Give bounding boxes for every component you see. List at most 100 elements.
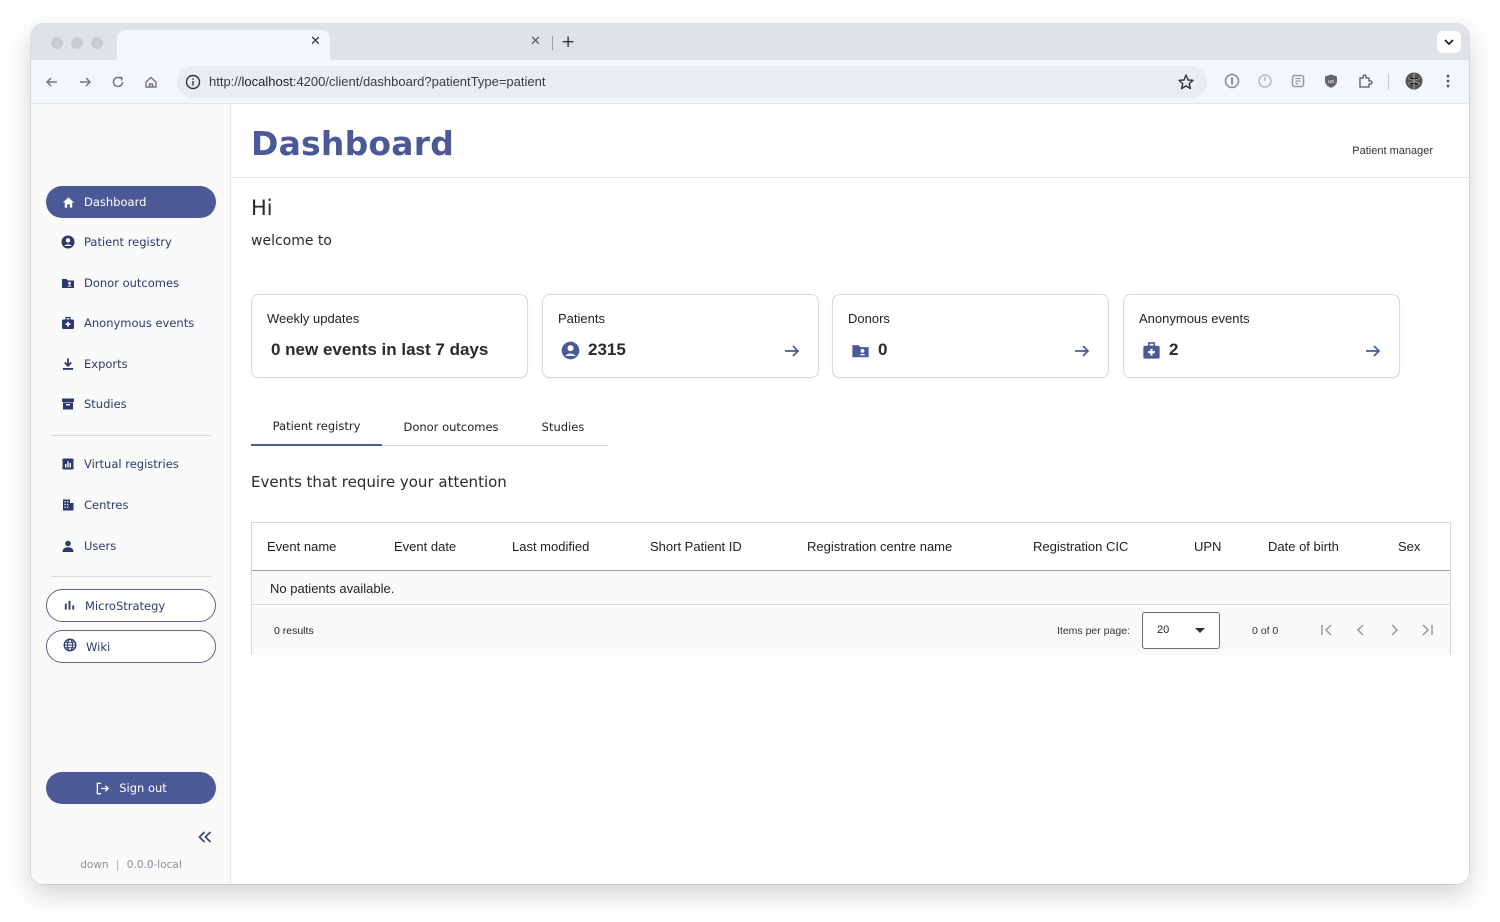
sidebar-item-donor-outcomes[interactable]: Donor outcomes	[46, 267, 216, 299]
close-window-button[interactable]	[51, 37, 63, 49]
column-header[interactable]: Sex	[1398, 539, 1420, 554]
weekly-updates-card: Weekly updates 0 new events in last 7 da…	[251, 294, 528, 378]
user-icon	[61, 539, 75, 553]
arrow-left-icon	[45, 77, 57, 87]
chart-box-icon	[61, 457, 75, 471]
tab-donor-outcomes[interactable]: Donor outcomes	[392, 408, 510, 446]
sidebar-item-users[interactable]: Users	[46, 530, 216, 562]
microstrategy-link-button[interactable]: MicroStrategy	[46, 589, 216, 622]
sidebar-item-studies[interactable]: Studies	[46, 388, 216, 420]
sign-out-button[interactable]: Sign out	[46, 772, 216, 804]
minimize-window-button[interactable]	[71, 37, 83, 49]
card-title: Donors	[848, 311, 890, 326]
arrow-right-icon[interactable]	[1364, 342, 1382, 360]
column-header[interactable]: Registration centre name	[807, 539, 952, 554]
sidebar: Dashboard Patient registry Donor outcome…	[31, 104, 231, 884]
version-separator: |	[115, 859, 120, 871]
maximize-window-button[interactable]	[91, 37, 103, 49]
tab-studies[interactable]: Studies	[523, 408, 603, 446]
events-table: Event name Event date Last modified Shor…	[251, 522, 1451, 655]
arrow-right-icon	[80, 77, 92, 87]
card-value: 0	[851, 340, 887, 360]
results-count: 0 results	[274, 625, 314, 637]
column-header[interactable]: Last modified	[512, 539, 589, 554]
chevron-down-icon	[1444, 39, 1454, 46]
sidebar-item-label: Studies	[84, 397, 127, 411]
card-title: Patients	[558, 311, 605, 326]
wiki-link-button[interactable]: Wiki	[46, 630, 216, 663]
shield-extension-icon[interactable]: uo	[1322, 72, 1340, 90]
patients-count: 2315	[588, 340, 626, 359]
forward-button[interactable]	[76, 73, 94, 91]
sidebar-item-centres[interactable]: Centres	[46, 489, 216, 521]
next-page-icon[interactable]	[1385, 621, 1403, 639]
sidebar-item-dashboard[interactable]: Dashboard	[46, 186, 216, 218]
first-page-icon[interactable]	[1318, 621, 1336, 639]
info-icon[interactable]	[185, 74, 201, 90]
microstrategy-label: MicroStrategy	[85, 598, 166, 613]
sidebar-item-exports[interactable]: Exports	[46, 348, 216, 380]
url-prefix: http://	[209, 74, 242, 89]
password-extension-icon[interactable]	[1223, 72, 1241, 90]
toolbar-divider	[1388, 74, 1389, 90]
puzzle-extensions-icon[interactable]	[1356, 72, 1374, 90]
collapse-sidebar-icon[interactable]	[196, 828, 214, 846]
column-header[interactable]: Short Patient ID	[650, 539, 742, 554]
column-header[interactable]: Registration CIC	[1033, 539, 1128, 554]
table-row: No patients available.	[252, 571, 1450, 605]
bookmark-star-icon[interactable]	[1177, 73, 1195, 91]
card-value: 2	[1142, 340, 1178, 360]
app-root: Dashboard Patient registry Donor outcome…	[31, 104, 1469, 884]
close-tab-icon[interactable]: ✕	[530, 34, 541, 49]
donors-count: 0	[878, 340, 888, 359]
sidebar-item-label: Patient registry	[84, 235, 172, 249]
column-header[interactable]: Event date	[394, 539, 456, 554]
reload-button[interactable]	[109, 73, 127, 91]
url-host: localhost	[241, 74, 293, 89]
back-button[interactable]	[43, 73, 61, 91]
sidebar-item-label: Anonymous events	[84, 316, 195, 330]
profile-avatar-icon[interactable]	[1405, 72, 1423, 90]
address-bar[interactable]: http://localhost:4200/client/dashboard?p…	[177, 66, 1207, 98]
card-title: Weekly updates	[267, 311, 360, 326]
tab-patient-registry[interactable]: Patient registry	[251, 408, 382, 446]
browser-menu-icon[interactable]	[1439, 72, 1457, 90]
empty-message: No patients available.	[270, 581, 395, 596]
arrow-right-icon[interactable]	[1073, 342, 1091, 360]
page-title: Dashboard	[251, 124, 455, 163]
sidebar-item-anonymous-events[interactable]: Anonymous events	[46, 307, 216, 339]
home-button[interactable]	[142, 73, 160, 91]
new-tab-button[interactable]: +	[561, 32, 575, 52]
forms-extension-icon[interactable]	[1289, 72, 1307, 90]
previous-page-icon[interactable]	[1352, 621, 1370, 639]
logout-icon	[95, 781, 110, 796]
sidebar-item-patient-registry[interactable]: Patient registry	[46, 226, 216, 258]
version-info: down | 0.0.0-local	[31, 859, 231, 871]
download-icon	[61, 357, 75, 371]
url-text[interactable]: http://localhost:4200/client/dashboard?p…	[209, 74, 545, 89]
anonymous-events-card[interactable]: Anonymous events 2	[1123, 294, 1400, 378]
wiki-label: Wiki	[86, 639, 111, 654]
browser-tab-active[interactable]	[117, 30, 330, 60]
close-tab-icon[interactable]: ✕	[310, 34, 321, 49]
status-text: down	[80, 859, 109, 871]
tab-search-button[interactable]	[1437, 31, 1461, 53]
arrow-right-icon[interactable]	[783, 342, 801, 360]
tab-strip: ✕ ✕ +	[31, 24, 1469, 60]
sidebar-item-label: Users	[84, 539, 117, 553]
sidebar-item-virtual-registries[interactable]: Virtual registries	[46, 448, 216, 480]
column-header[interactable]: Event name	[267, 539, 336, 554]
patients-card[interactable]: Patients 2315	[542, 294, 819, 378]
timer-extension-icon[interactable]	[1256, 72, 1274, 90]
items-per-page-select[interactable]: 20	[1142, 612, 1220, 649]
column-header[interactable]: Date of birth	[1268, 539, 1339, 554]
column-header[interactable]: UPN	[1194, 539, 1221, 554]
account-circle-icon	[561, 341, 580, 360]
home-icon	[61, 195, 75, 209]
registry-tabs: Patient registry Donor outcomes Studies	[251, 408, 608, 446]
page-header: Dashboard Patient manager	[232, 104, 1469, 178]
browser-toolbar: http://localhost:4200/client/dashboard?p…	[31, 60, 1469, 104]
greeting-welcome: welcome to	[251, 233, 332, 249]
last-page-icon[interactable]	[1418, 621, 1436, 639]
donors-card[interactable]: Donors 0	[832, 294, 1109, 378]
